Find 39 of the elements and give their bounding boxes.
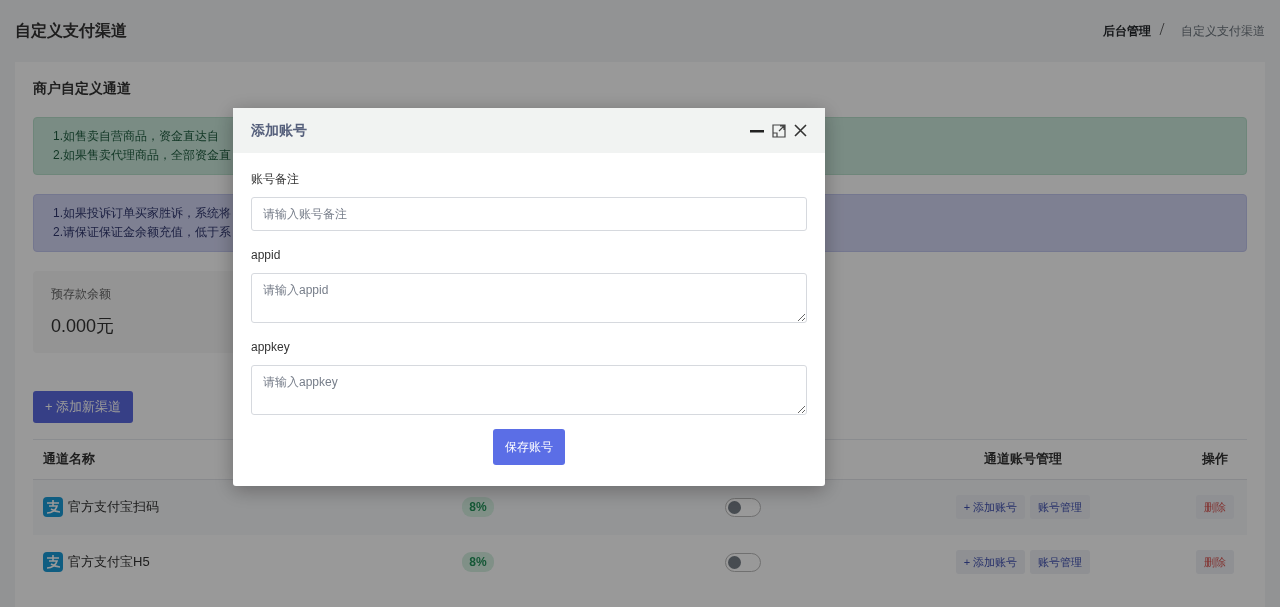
modal-title: 添加账号 xyxy=(251,121,307,140)
column-header: 通道名称 xyxy=(43,450,95,469)
breadcrumb-item[interactable]: 后台管理 xyxy=(1103,22,1151,40)
channel-name: 官方支付宝扫码 xyxy=(68,498,159,517)
column-header: 操作 xyxy=(1202,450,1228,469)
text-area[interactable]: 请输入appkey xyxy=(251,365,807,415)
notice-text: 2.请保证保证金余额充值，低于系 xyxy=(53,224,231,241)
payment-logo-icon xyxy=(43,497,63,517)
balance-value: 0.000元 xyxy=(51,315,116,338)
breadcrumb-item: 自定义支付渠道 xyxy=(1181,23,1265,40)
manage-accounts-button[interactable]: 账号管理 xyxy=(1030,494,1091,520)
field-label: 账号备注 xyxy=(251,171,299,188)
notice-text: 2.如果售卖代理商品，全部资金直 xyxy=(53,147,231,164)
card-title: 商户自定义通道 xyxy=(33,79,132,98)
rate-badge: 8% xyxy=(462,552,494,572)
add-account-button[interactable]: + 添加账号 xyxy=(955,549,1026,575)
balance-label: 预存款余额 xyxy=(51,286,111,303)
save-button[interactable]: 保存账号 xyxy=(493,429,565,465)
delete-button[interactable]: 删除 xyxy=(1196,549,1234,575)
column-header: 通道账号管理 xyxy=(984,450,1062,469)
page-title: 自定义支付渠道 xyxy=(15,21,127,41)
toggle-switch[interactable] xyxy=(725,552,761,572)
payment-logo-icon xyxy=(43,552,63,572)
field-label: appkey xyxy=(251,339,290,356)
maximize-icon[interactable] xyxy=(772,123,786,138)
separator-icon xyxy=(1159,22,1165,36)
text-area[interactable]: 请输入appid xyxy=(251,273,807,323)
toggle-switch[interactable] xyxy=(725,497,761,517)
add-channel-button[interactable]: + 添加新渠道 xyxy=(33,391,134,423)
delete-button[interactable]: 删除 xyxy=(1196,494,1234,520)
notice-text: 1.如果投诉订单买家胜诉，系统将 xyxy=(53,205,231,222)
rate-badge: 8% xyxy=(462,497,494,517)
notice-text: 1.如售卖自营商品，资金直达自 xyxy=(53,128,219,145)
close-icon[interactable] xyxy=(794,124,807,137)
input-field[interactable]: 请输入账号备注 xyxy=(251,197,807,231)
add-account-button[interactable]: + 添加账号 xyxy=(955,494,1026,520)
field-label: appid xyxy=(251,247,281,264)
manage-accounts-button[interactable]: 账号管理 xyxy=(1030,549,1091,575)
channel-name: 官方支付宝H5 xyxy=(68,553,150,572)
